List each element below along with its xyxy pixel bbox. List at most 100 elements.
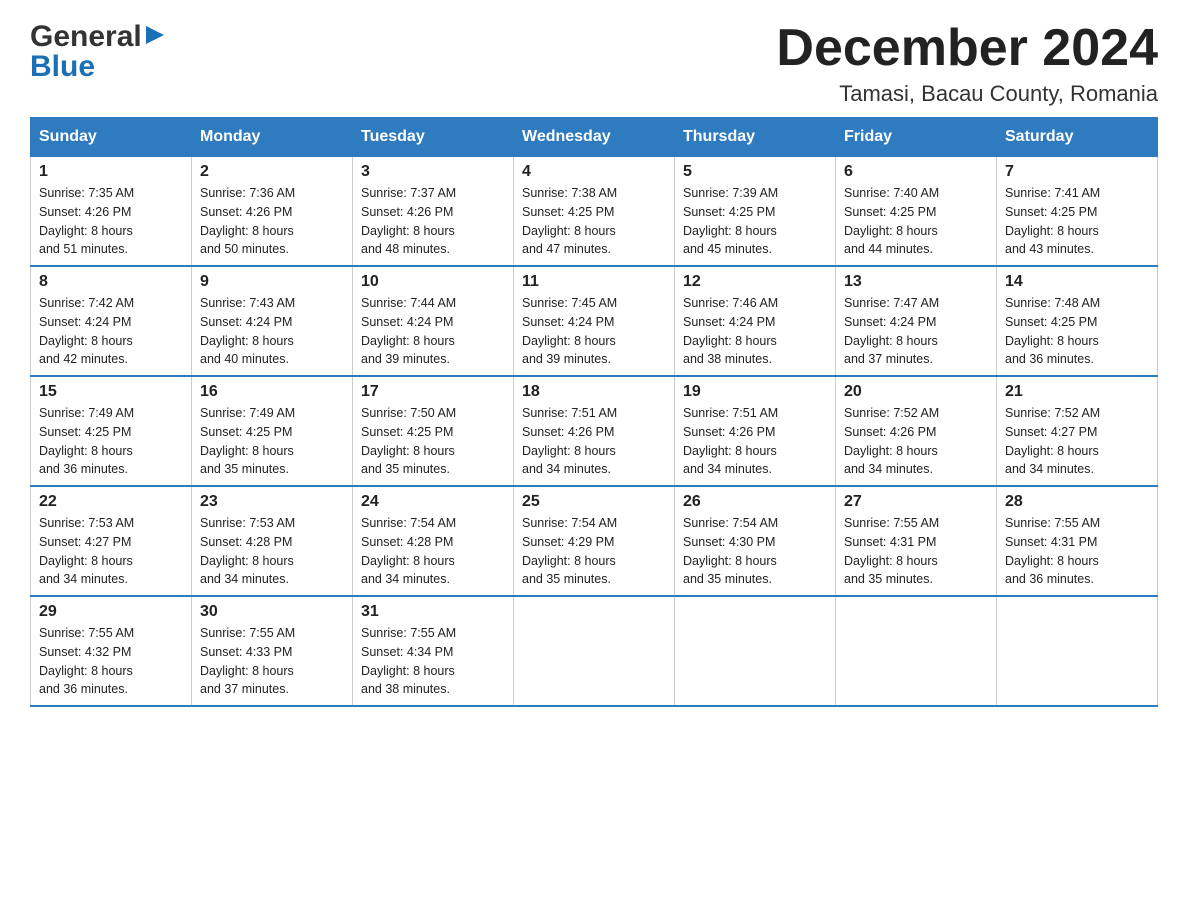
day-number: 16 (200, 383, 344, 401)
day-info: Sunrise: 7:42 AMSunset: 4:24 PMDaylight:… (39, 296, 134, 366)
day-info: Sunrise: 7:55 AMSunset: 4:33 PMDaylight:… (200, 626, 295, 696)
calendar-cell: 29 Sunrise: 7:55 AMSunset: 4:32 PMDaylig… (31, 596, 192, 706)
calendar-cell: 1 Sunrise: 7:35 AMSunset: 4:26 PMDayligh… (31, 157, 192, 267)
day-info: Sunrise: 7:49 AMSunset: 4:25 PMDaylight:… (200, 406, 295, 476)
calendar-cell: 12 Sunrise: 7:46 AMSunset: 4:24 PMDaylig… (675, 266, 836, 376)
calendar-cell: 26 Sunrise: 7:54 AMSunset: 4:30 PMDaylig… (675, 486, 836, 596)
calendar-cell (836, 596, 997, 706)
day-number: 10 (361, 273, 505, 291)
logo-general-text: General (30, 20, 142, 54)
day-info: Sunrise: 7:40 AMSunset: 4:25 PMDaylight:… (844, 186, 939, 256)
calendar-cell: 10 Sunrise: 7:44 AMSunset: 4:24 PMDaylig… (353, 266, 514, 376)
day-info: Sunrise: 7:52 AMSunset: 4:27 PMDaylight:… (1005, 406, 1100, 476)
col-wednesday: Wednesday (514, 118, 675, 157)
day-info: Sunrise: 7:43 AMSunset: 4:24 PMDaylight:… (200, 296, 295, 366)
day-number: 30 (200, 603, 344, 621)
day-number: 15 (39, 383, 183, 401)
day-info: Sunrise: 7:44 AMSunset: 4:24 PMDaylight:… (361, 296, 456, 366)
day-number: 29 (39, 603, 183, 621)
day-number: 25 (522, 493, 666, 511)
calendar-cell: 24 Sunrise: 7:54 AMSunset: 4:28 PMDaylig… (353, 486, 514, 596)
day-number: 27 (844, 493, 988, 511)
day-info: Sunrise: 7:38 AMSunset: 4:25 PMDaylight:… (522, 186, 617, 256)
logo-blue-text: Blue (30, 50, 95, 84)
day-info: Sunrise: 7:41 AMSunset: 4:25 PMDaylight:… (1005, 186, 1100, 256)
calendar-cell: 13 Sunrise: 7:47 AMSunset: 4:24 PMDaylig… (836, 266, 997, 376)
day-info: Sunrise: 7:54 AMSunset: 4:29 PMDaylight:… (522, 516, 617, 586)
day-info: Sunrise: 7:46 AMSunset: 4:24 PMDaylight:… (683, 296, 778, 366)
month-title: December 2024 (776, 20, 1158, 77)
title-block: December 2024 Tamasi, Bacau County, Roma… (776, 20, 1158, 107)
day-info: Sunrise: 7:55 AMSunset: 4:31 PMDaylight:… (1005, 516, 1100, 586)
day-info: Sunrise: 7:54 AMSunset: 4:30 PMDaylight:… (683, 516, 778, 586)
calendar-cell: 7 Sunrise: 7:41 AMSunset: 4:25 PMDayligh… (997, 157, 1158, 267)
day-number: 8 (39, 273, 183, 291)
calendar-cell: 30 Sunrise: 7:55 AMSunset: 4:33 PMDaylig… (192, 596, 353, 706)
page-header: General Blue December 2024 Tamasi, Bacau… (30, 20, 1158, 107)
calendar-cell: 9 Sunrise: 7:43 AMSunset: 4:24 PMDayligh… (192, 266, 353, 376)
day-info: Sunrise: 7:39 AMSunset: 4:25 PMDaylight:… (683, 186, 778, 256)
day-info: Sunrise: 7:45 AMSunset: 4:24 PMDaylight:… (522, 296, 617, 366)
col-friday: Friday (836, 118, 997, 157)
day-number: 18 (522, 383, 666, 401)
calendar-cell: 31 Sunrise: 7:55 AMSunset: 4:34 PMDaylig… (353, 596, 514, 706)
day-number: 13 (844, 273, 988, 291)
week-row-4: 22 Sunrise: 7:53 AMSunset: 4:27 PMDaylig… (31, 486, 1158, 596)
day-info: Sunrise: 7:47 AMSunset: 4:24 PMDaylight:… (844, 296, 939, 366)
calendar-cell: 17 Sunrise: 7:50 AMSunset: 4:25 PMDaylig… (353, 376, 514, 486)
week-row-3: 15 Sunrise: 7:49 AMSunset: 4:25 PMDaylig… (31, 376, 1158, 486)
calendar-cell: 25 Sunrise: 7:54 AMSunset: 4:29 PMDaylig… (514, 486, 675, 596)
day-info: Sunrise: 7:52 AMSunset: 4:26 PMDaylight:… (844, 406, 939, 476)
col-sunday: Sunday (31, 118, 192, 157)
day-number: 20 (844, 383, 988, 401)
calendar-cell: 19 Sunrise: 7:51 AMSunset: 4:26 PMDaylig… (675, 376, 836, 486)
day-info: Sunrise: 7:54 AMSunset: 4:28 PMDaylight:… (361, 516, 456, 586)
day-number: 31 (361, 603, 505, 621)
location-title: Tamasi, Bacau County, Romania (776, 81, 1158, 107)
day-number: 2 (200, 163, 344, 181)
day-number: 12 (683, 273, 827, 291)
day-number: 6 (844, 163, 988, 181)
calendar-cell: 23 Sunrise: 7:53 AMSunset: 4:28 PMDaylig… (192, 486, 353, 596)
day-number: 23 (200, 493, 344, 511)
calendar-cell: 21 Sunrise: 7:52 AMSunset: 4:27 PMDaylig… (997, 376, 1158, 486)
calendar-cell: 15 Sunrise: 7:49 AMSunset: 4:25 PMDaylig… (31, 376, 192, 486)
day-number: 1 (39, 163, 183, 181)
day-number: 14 (1005, 273, 1149, 291)
day-number: 3 (361, 163, 505, 181)
calendar-cell (997, 596, 1158, 706)
day-number: 24 (361, 493, 505, 511)
week-row-5: 29 Sunrise: 7:55 AMSunset: 4:32 PMDaylig… (31, 596, 1158, 706)
calendar-cell: 27 Sunrise: 7:55 AMSunset: 4:31 PMDaylig… (836, 486, 997, 596)
day-number: 26 (683, 493, 827, 511)
day-number: 11 (522, 273, 666, 291)
col-monday: Monday (192, 118, 353, 157)
calendar-cell: 16 Sunrise: 7:49 AMSunset: 4:25 PMDaylig… (192, 376, 353, 486)
day-info: Sunrise: 7:48 AMSunset: 4:25 PMDaylight:… (1005, 296, 1100, 366)
day-info: Sunrise: 7:53 AMSunset: 4:27 PMDaylight:… (39, 516, 134, 586)
calendar-header-row: Sunday Monday Tuesday Wednesday Thursday… (31, 118, 1158, 157)
day-number: 5 (683, 163, 827, 181)
calendar-cell: 6 Sunrise: 7:40 AMSunset: 4:25 PMDayligh… (836, 157, 997, 267)
calendar-cell: 4 Sunrise: 7:38 AMSunset: 4:25 PMDayligh… (514, 157, 675, 267)
day-number: 19 (683, 383, 827, 401)
day-number: 4 (522, 163, 666, 181)
day-info: Sunrise: 7:36 AMSunset: 4:26 PMDaylight:… (200, 186, 295, 256)
calendar-cell: 3 Sunrise: 7:37 AMSunset: 4:26 PMDayligh… (353, 157, 514, 267)
calendar-cell: 5 Sunrise: 7:39 AMSunset: 4:25 PMDayligh… (675, 157, 836, 267)
calendar-cell: 8 Sunrise: 7:42 AMSunset: 4:24 PMDayligh… (31, 266, 192, 376)
calendar-cell: 18 Sunrise: 7:51 AMSunset: 4:26 PMDaylig… (514, 376, 675, 486)
day-number: 22 (39, 493, 183, 511)
calendar-cell: 20 Sunrise: 7:52 AMSunset: 4:26 PMDaylig… (836, 376, 997, 486)
calendar-cell (514, 596, 675, 706)
calendar-table: Sunday Monday Tuesday Wednesday Thursday… (30, 117, 1158, 707)
day-number: 7 (1005, 163, 1149, 181)
day-info: Sunrise: 7:51 AMSunset: 4:26 PMDaylight:… (522, 406, 617, 476)
day-info: Sunrise: 7:55 AMSunset: 4:31 PMDaylight:… (844, 516, 939, 586)
calendar-cell: 22 Sunrise: 7:53 AMSunset: 4:27 PMDaylig… (31, 486, 192, 596)
calendar-cell (675, 596, 836, 706)
day-info: Sunrise: 7:55 AMSunset: 4:34 PMDaylight:… (361, 626, 456, 696)
day-number: 28 (1005, 493, 1149, 511)
calendar-cell: 28 Sunrise: 7:55 AMSunset: 4:31 PMDaylig… (997, 486, 1158, 596)
col-tuesday: Tuesday (353, 118, 514, 157)
